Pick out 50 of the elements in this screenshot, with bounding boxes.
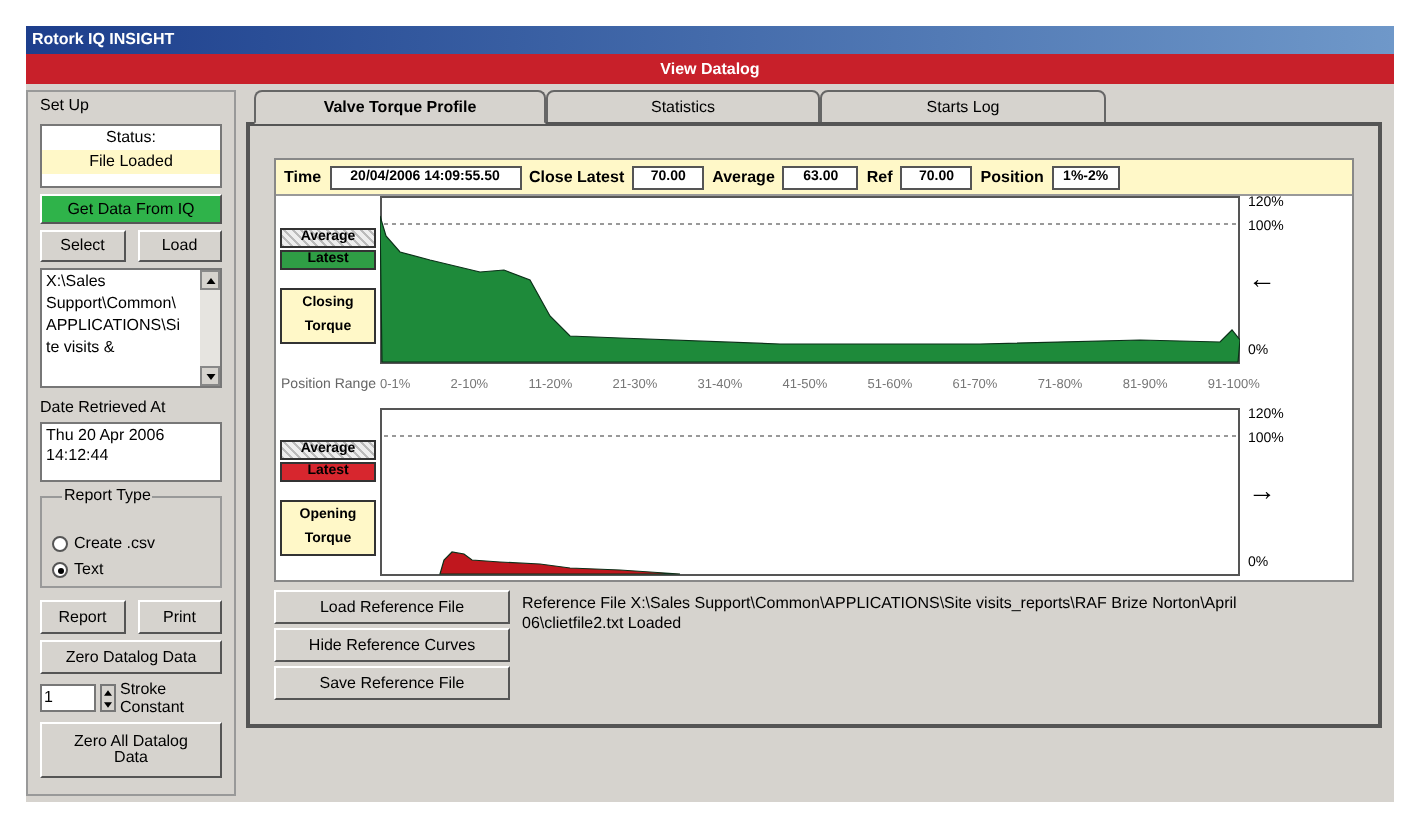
setup-label: Set Up — [40, 98, 91, 114]
spin-up-icon[interactable] — [104, 689, 112, 695]
report-button[interactable]: Report — [40, 600, 125, 634]
file-list-item[interactable]: te visits & — [46, 340, 196, 356]
tab[interactable]: Valve Torque Profile — [254, 90, 546, 124]
info-label: Close Latest — [529, 169, 625, 185]
zero-datalog-button[interactable]: Zero Datalog Data — [40, 640, 222, 674]
report-type-label: Report Type — [62, 488, 153, 504]
info-label: Average — [712, 169, 775, 185]
direction-arrow: ← — [1248, 264, 1276, 292]
load-button[interactable]: Load — [137, 230, 222, 262]
date-value: Thu 20 Apr 2006 — [46, 428, 167, 444]
scrollbar[interactable] — [200, 270, 220, 386]
reference-button[interactable]: Load Reference File — [274, 590, 510, 624]
reference-message: Reference File X:\Sales Support\Common\APPLICATIONS\Site visits_reports\RAF Brize Norton\April 06\clietfile2.txt Loaded — [522, 592, 1239, 636]
stroke-label: Stroke Constant — [120, 680, 187, 716]
radio-label: Text — [74, 562, 104, 578]
print-button[interactable]: Print — [137, 600, 222, 634]
tab[interactable]: Statistics — [546, 90, 820, 124]
direction-arrow: → — [1248, 476, 1276, 504]
header-title: View Datalog — [660, 61, 760, 77]
stroke-field[interactable]: 1 — [40, 684, 96, 712]
file-list-item[interactable]: X:\Sales — [46, 274, 196, 290]
window-title: Rotork IQ INSIGHT — [32, 32, 175, 48]
radio-button[interactable] — [52, 536, 68, 552]
scroll-up-icon[interactable] — [205, 277, 215, 283]
file-list[interactable]: X:\Sales Support\Common\ APPLICATIONS\Si te visits & — [40, 268, 222, 388]
select-button[interactable]: Select — [40, 230, 125, 262]
info-label: Time — [284, 169, 322, 185]
spin-down-icon[interactable] — [104, 701, 112, 707]
radio-label: Create .csv — [74, 536, 155, 552]
info-label: Ref — [866, 169, 893, 185]
file-list-item[interactable]: APPLICATIONS\Si — [46, 318, 196, 334]
stroke-value: 1 — [44, 690, 53, 706]
get-data-button[interactable]: Get Data From IQ — [40, 194, 222, 224]
tab[interactable]: Starts Log — [820, 90, 1106, 124]
date-value: 14:12:44 — [46, 448, 111, 464]
file-list-item[interactable]: Support\Common\ — [46, 296, 196, 312]
zero-all-button[interactable]: Zero All Datalog Data — [40, 722, 222, 778]
reference-button[interactable]: Hide Reference Curves — [274, 628, 510, 662]
radio-button[interactable] — [52, 562, 68, 578]
scroll-down-button[interactable] — [200, 366, 220, 386]
spin-buttons[interactable] — [100, 684, 116, 712]
status-value: File Loaded — [42, 150, 220, 174]
date-label: Date Retrieved At — [40, 400, 168, 416]
reference-button[interactable]: Save Reference File — [274, 666, 510, 700]
status-label: Status: — [104, 126, 158, 150]
scroll-down-icon[interactable] — [205, 373, 215, 379]
scroll-up-button[interactable] — [200, 270, 220, 290]
info-label: Position — [980, 169, 1044, 185]
